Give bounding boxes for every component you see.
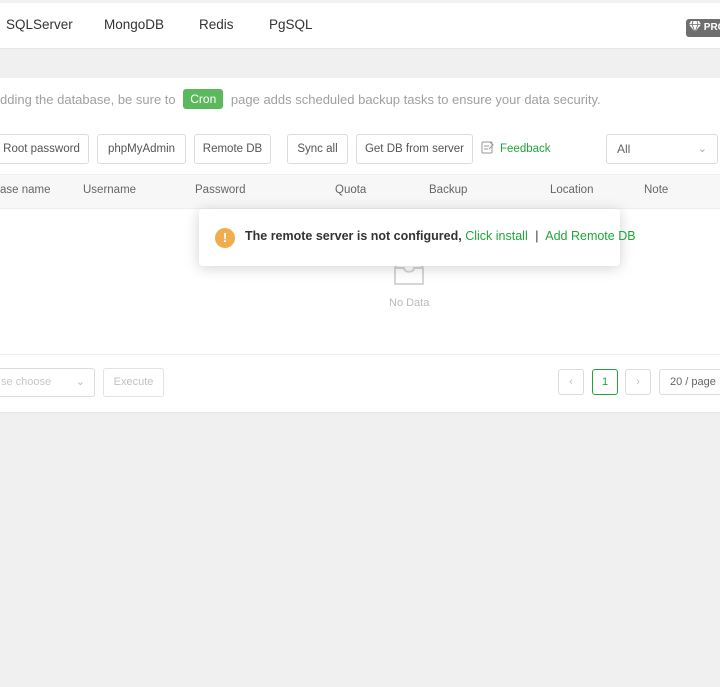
batch-placeholder: se choose xyxy=(1,376,52,388)
get-db-from-server-button[interactable]: Get DB from server xyxy=(356,134,473,164)
execute-button[interactable]: Execute xyxy=(103,368,164,397)
alert-message: The remote server is not configured, Cli… xyxy=(245,229,636,243)
page-size-select[interactable]: 20 / page xyxy=(659,369,720,395)
warning-icon: ! xyxy=(215,228,235,248)
diamond-icon xyxy=(689,20,701,33)
tab-mongodb[interactable]: MongoDB xyxy=(104,17,164,32)
table-header: ase name Username Password Quota Backup … xyxy=(0,174,720,209)
column-database-name[interactable]: ase name xyxy=(0,184,51,196)
column-backup[interactable]: Backup xyxy=(429,184,467,196)
page-1-button[interactable]: 1 xyxy=(592,369,618,395)
cron-link[interactable]: Cron xyxy=(183,89,224,109)
footer-divider xyxy=(0,354,720,355)
tip-text-before: dding the database, be sure to xyxy=(0,92,176,107)
chevron-left-icon: ‹ xyxy=(569,376,573,388)
alert-text: The remote server is not configured, xyxy=(245,229,462,243)
chevron-down-icon: ⌄ xyxy=(697,143,707,155)
sync-all-button[interactable]: Sync all xyxy=(287,134,348,164)
pro-label: PRO xyxy=(703,22,720,33)
chevron-down-icon: ⌄ xyxy=(75,376,85,388)
prev-page-button[interactable]: ‹ xyxy=(558,369,584,395)
backup-tip: dding the database, be sure to Cron page… xyxy=(0,89,601,109)
feedback-label: Feedback xyxy=(500,143,551,155)
filter-value: All xyxy=(617,142,631,156)
add-remote-db-link[interactable]: Add Remote DB xyxy=(545,229,635,243)
empty-state-text: No Data xyxy=(389,297,430,309)
column-quota[interactable]: Quota xyxy=(335,184,366,196)
click-install-link[interactable]: Click install xyxy=(465,229,528,243)
divider-strip xyxy=(0,63,720,78)
pro-badge[interactable]: PRO xyxy=(686,19,720,37)
column-password[interactable]: Password xyxy=(195,184,246,196)
column-username[interactable]: Username xyxy=(83,184,136,196)
tab-sqlserver[interactable]: SQLServer xyxy=(6,17,73,32)
column-location[interactable]: Location xyxy=(550,184,593,196)
feedback-link[interactable]: Feedback xyxy=(481,141,551,155)
phpmyadmin-button[interactable]: phpMyAdmin xyxy=(97,134,186,164)
next-page-button[interactable]: › xyxy=(625,369,651,395)
filter-select[interactable]: All ⌄ xyxy=(606,134,718,164)
tip-text-after: page adds scheduled backup tasks to ensu… xyxy=(230,92,601,107)
tab-pgsql[interactable]: PgSQL xyxy=(269,17,313,32)
root-password-button[interactable]: Root password xyxy=(0,134,89,164)
column-note[interactable]: Note xyxy=(644,184,668,196)
batch-action-select[interactable]: se choose ⌄ xyxy=(0,368,95,397)
chevron-right-icon: › xyxy=(636,376,640,388)
top-nav: SQLServer MongoDB Redis PgSQL PRO xyxy=(0,3,720,49)
tab-redis[interactable]: Redis xyxy=(199,17,234,32)
remote-server-alert: ! The remote server is not configured, C… xyxy=(199,209,636,266)
feedback-icon xyxy=(481,141,494,154)
link-separator: | xyxy=(535,229,539,243)
remote-db-button[interactable]: Remote DB xyxy=(194,134,271,164)
